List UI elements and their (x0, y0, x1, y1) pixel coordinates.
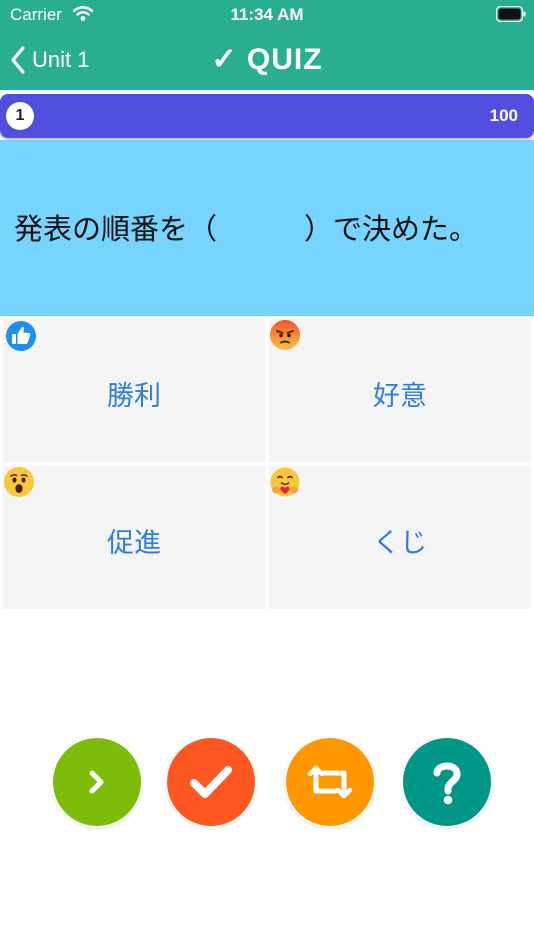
thumbs-up-icon (6, 321, 36, 351)
check-answer-button[interactable] (167, 738, 255, 826)
repeat-icon (307, 765, 353, 799)
total-questions-count: 100 (489, 106, 518, 125)
action-button-bar (0, 736, 534, 832)
angry-face-icon (270, 320, 300, 350)
hugging-face-icon (270, 467, 300, 497)
battery-icon (496, 6, 526, 22)
question-panel: 発表の順番を（ ）で決めた。 (0, 140, 534, 316)
repeat-button[interactable] (286, 738, 374, 826)
answer-option-label: 好意 (373, 381, 427, 412)
navigation-bar: Unit 1 ✓ QUIZ (0, 30, 534, 90)
answer-option-label: くじ (373, 528, 427, 559)
answer-option-label: 勝利 (107, 381, 161, 412)
surprised-face-icon (4, 467, 34, 497)
quiz-progress-bar: 1 100 (0, 94, 534, 138)
answer-grid: 勝利 好意 促進 くじ (0, 316, 534, 616)
chevron-right-icon (89, 770, 104, 794)
answer-option-label: 促進 (107, 528, 161, 559)
answer-option-4[interactable]: くじ (269, 466, 531, 609)
help-button[interactable] (403, 738, 491, 826)
question-icon (433, 762, 461, 805)
answer-option-2[interactable]: 好意 (269, 319, 531, 462)
answer-option-1[interactable]: 勝利 (3, 319, 265, 462)
clock-label: 11:34 AM (230, 5, 304, 24)
page-title: ✓ QUIZ (211, 43, 323, 76)
answer-option-3[interactable]: 促進 (3, 466, 265, 609)
status-bar: Carrier 11:34 AM (0, 0, 534, 30)
current-question-number: 1 (6, 102, 34, 130)
checkmark-icon (190, 766, 232, 798)
question-text: 発表の順番を（ ）で決めた。 (14, 212, 479, 246)
next-button[interactable] (53, 738, 141, 826)
